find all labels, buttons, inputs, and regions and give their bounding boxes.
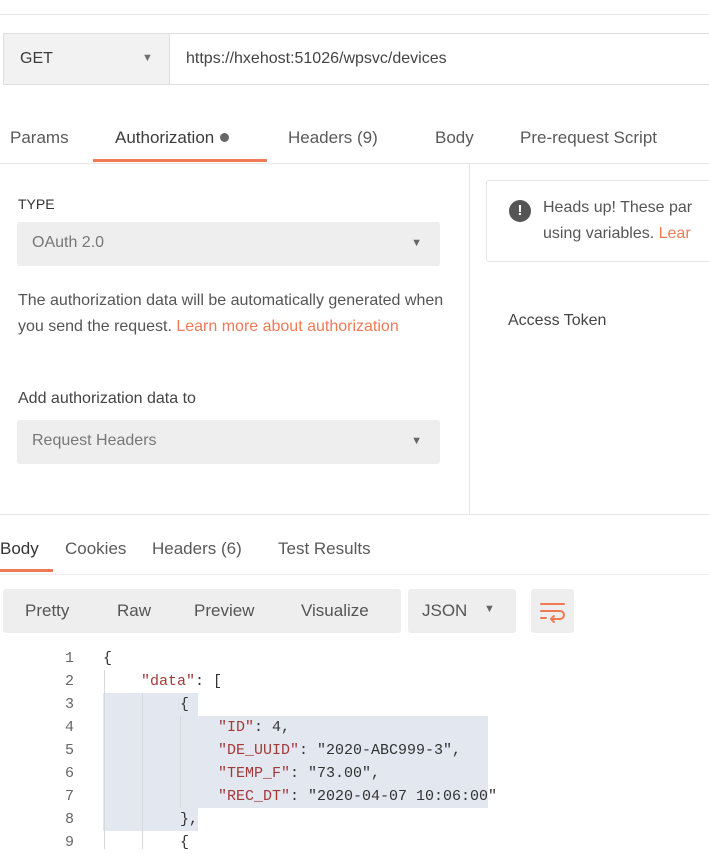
- line-number: 4: [64, 719, 74, 736]
- active-response-tab-indicator: [0, 569, 53, 572]
- access-token-label: Access Token: [508, 312, 607, 329]
- code-line: 6 "TEMP_F": "73.00",: [0, 762, 709, 785]
- code-text: "REC_DT": "2020-04-07 10:06:00": [218, 785, 497, 808]
- pretty-button[interactable]: Pretty: [25, 601, 69, 621]
- raw-button[interactable]: Raw: [117, 601, 151, 621]
- code-text: "TEMP_F": "73.00",: [218, 762, 380, 785]
- tab-body[interactable]: Body: [435, 128, 474, 148]
- auth-type-select[interactable]: OAuth 2.0 ▼: [17, 222, 440, 266]
- code-line: 5 "DE_UUID": "2020-ABC999-3",: [0, 739, 709, 762]
- wrap-lines-icon: [540, 603, 565, 623]
- format-select[interactable]: JSON ▼: [408, 589, 516, 633]
- tab-response-body[interactable]: Body: [0, 539, 39, 559]
- code-line: 1{: [0, 647, 709, 670]
- heads-up-notice: ! Heads up! These par using variables. L…: [486, 180, 709, 262]
- line-number: 7: [64, 788, 74, 805]
- code-line: 3{: [0, 693, 709, 716]
- json-value: : "73.00",: [290, 765, 381, 782]
- visualize-button[interactable]: Visualize: [301, 601, 369, 621]
- line-number: 6: [64, 765, 74, 782]
- auth-help-text: The authorization data will be automatic…: [18, 288, 458, 340]
- modified-dot-icon: [220, 133, 230, 143]
- code-line: 9{: [0, 831, 709, 854]
- line-number: 2: [64, 673, 74, 690]
- add-auth-select[interactable]: Request Headers ▼: [17, 420, 440, 464]
- tab-headers[interactable]: Headers (9): [288, 128, 378, 148]
- code-line: 4 "ID": 4,: [0, 716, 709, 739]
- json-key: "TEMP_F": [218, 765, 291, 782]
- json-key: "DE_UUID": [218, 742, 300, 759]
- auth-type-value: OAuth 2.0: [32, 234, 105, 251]
- code-text: "data": [: [141, 670, 222, 693]
- method-select[interactable]: GET ▼: [3, 33, 169, 85]
- response-code-view[interactable]: 1{ 2 "data": [ 3{ 4 "ID": 4, 5 "DE_UUID": "…: [0, 647, 709, 851]
- response-tabs: Body Cookies Headers (6) Test Results: [0, 527, 709, 573]
- json-key: "ID": [218, 719, 255, 736]
- json-value: : [: [195, 673, 223, 690]
- tab-authorization-label: Authorization: [115, 128, 215, 147]
- code-line: 2 "data": [: [0, 670, 709, 693]
- json-key: "REC_DT": [218, 788, 291, 805]
- url-value: https://hxehost:51026/wpsvc/devices: [186, 50, 447, 67]
- chevron-down-icon: ▼: [411, 237, 422, 249]
- view-mode-bar: Pretty Raw Preview Visualize: [3, 589, 401, 633]
- tab-authorization[interactable]: Authorization: [115, 128, 230, 148]
- code-text: "ID": 4,: [218, 716, 290, 739]
- line-number: 5: [64, 742, 74, 759]
- line-number: 3: [64, 696, 74, 713]
- type-label: TYPE: [18, 196, 55, 212]
- chevron-down-icon: ▼: [142, 52, 153, 64]
- response-tabs-divider: [0, 574, 709, 575]
- add-auth-label: Add authorization data to: [18, 390, 196, 407]
- tab-response-headers[interactable]: Headers (6): [152, 539, 242, 559]
- chevron-down-icon: ▼: [484, 603, 495, 615]
- wrap-lines-button[interactable]: [531, 589, 574, 633]
- code-text: "DE_UUID": "2020-ABC999-3",: [218, 739, 461, 762]
- info-icon: !: [509, 200, 531, 222]
- url-input[interactable]: https://hxehost:51026/wpsvc/devices: [169, 33, 709, 85]
- notice-line2: using variables. Lear: [543, 225, 691, 243]
- code-text: {: [180, 834, 190, 851]
- line-number: 8: [64, 811, 74, 828]
- request-tabs: Params Authorization Headers (9) Body Pr…: [0, 104, 709, 164]
- top-divider: [0, 14, 709, 15]
- method-label: GET: [20, 50, 53, 67]
- code-line: 8},: [0, 808, 709, 831]
- code-text: },: [180, 811, 199, 828]
- notice-line1: Heads up! These par: [543, 199, 693, 216]
- tab-cookies[interactable]: Cookies: [65, 539, 126, 559]
- tab-params[interactable]: Params: [10, 128, 69, 148]
- json-value: : "2020-04-07 10:06:00": [290, 788, 498, 805]
- code-text: {: [103, 650, 113, 667]
- active-tab-indicator: [93, 159, 267, 162]
- panel-divider: [469, 164, 470, 514]
- json-value: : 4,: [254, 719, 291, 736]
- format-value: JSON: [422, 601, 468, 620]
- preview-button[interactable]: Preview: [194, 601, 254, 621]
- section-divider: [0, 514, 709, 515]
- notice-learn-link[interactable]: Lear: [659, 225, 691, 242]
- tab-test-results[interactable]: Test Results: [278, 539, 371, 559]
- json-value: : "2020-ABC999-3",: [299, 742, 462, 759]
- add-auth-value: Request Headers: [32, 432, 157, 449]
- tab-prerequest-script[interactable]: Pre-request Script: [520, 128, 657, 148]
- line-number: 1: [64, 650, 74, 667]
- chevron-down-icon: ▼: [411, 435, 422, 447]
- notice-line2-text: using variables.: [543, 225, 655, 242]
- line-number: 9: [64, 834, 74, 851]
- code-text: {: [180, 696, 190, 713]
- code-line: 7 "REC_DT": "2020-04-07 10:06:00": [0, 785, 709, 808]
- learn-more-link[interactable]: Learn more about authorization: [176, 318, 398, 335]
- json-key: "data": [141, 673, 196, 690]
